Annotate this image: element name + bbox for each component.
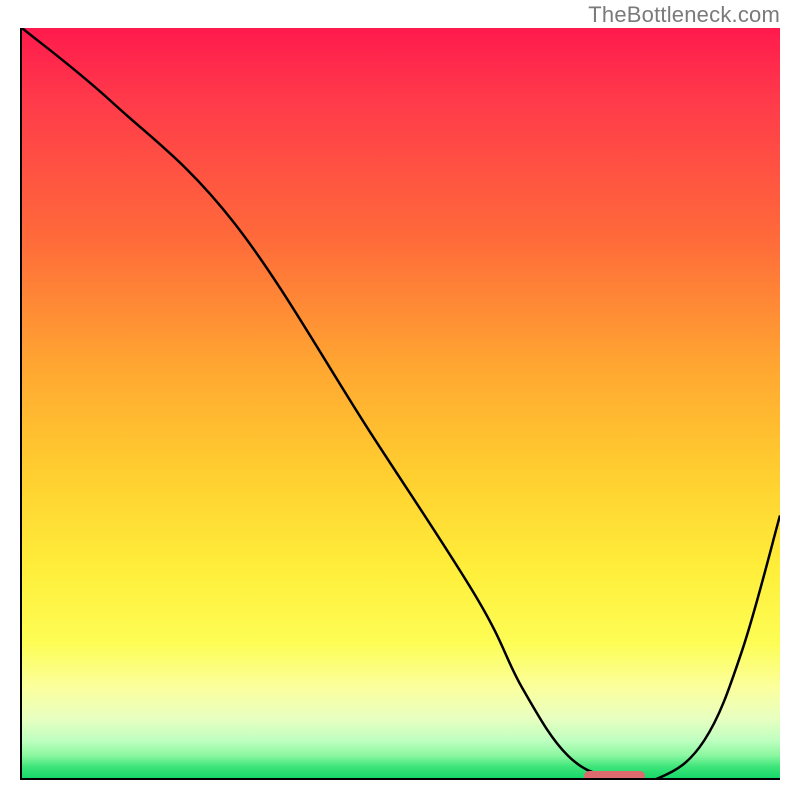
chart-plot-area — [20, 28, 780, 780]
bottleneck-curve-path — [22, 28, 780, 778]
optimal-range-marker — [584, 771, 645, 780]
watermark-text: TheBottleneck.com — [588, 2, 780, 28]
chart-curve-svg — [22, 28, 780, 778]
